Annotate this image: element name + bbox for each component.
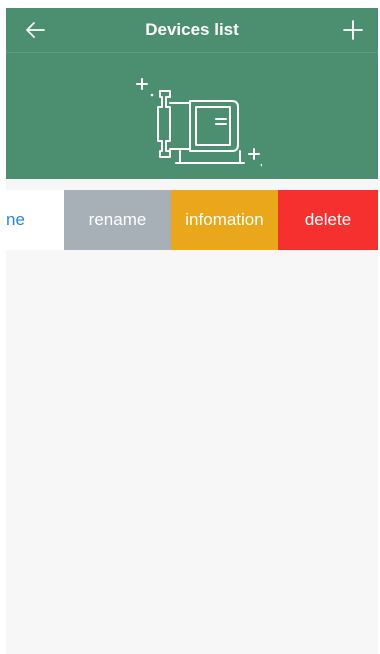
pump-icon bbox=[132, 71, 264, 171]
rename-button[interactable]: rename bbox=[64, 190, 171, 250]
delete-button[interactable]: delete bbox=[278, 190, 378, 250]
app-screen: Devices list ne rename infomation delete bbox=[6, 8, 378, 654]
top-bar: Devices list bbox=[6, 8, 378, 52]
device-banner bbox=[6, 52, 378, 179]
device-list-item[interactable]: ne rename infomation delete bbox=[6, 190, 378, 250]
page-title: Devices list bbox=[145, 20, 239, 39]
plus-icon[interactable] bbox=[342, 19, 364, 41]
device-name[interactable]: ne bbox=[6, 190, 64, 250]
information-button[interactable]: infomation bbox=[171, 190, 278, 250]
